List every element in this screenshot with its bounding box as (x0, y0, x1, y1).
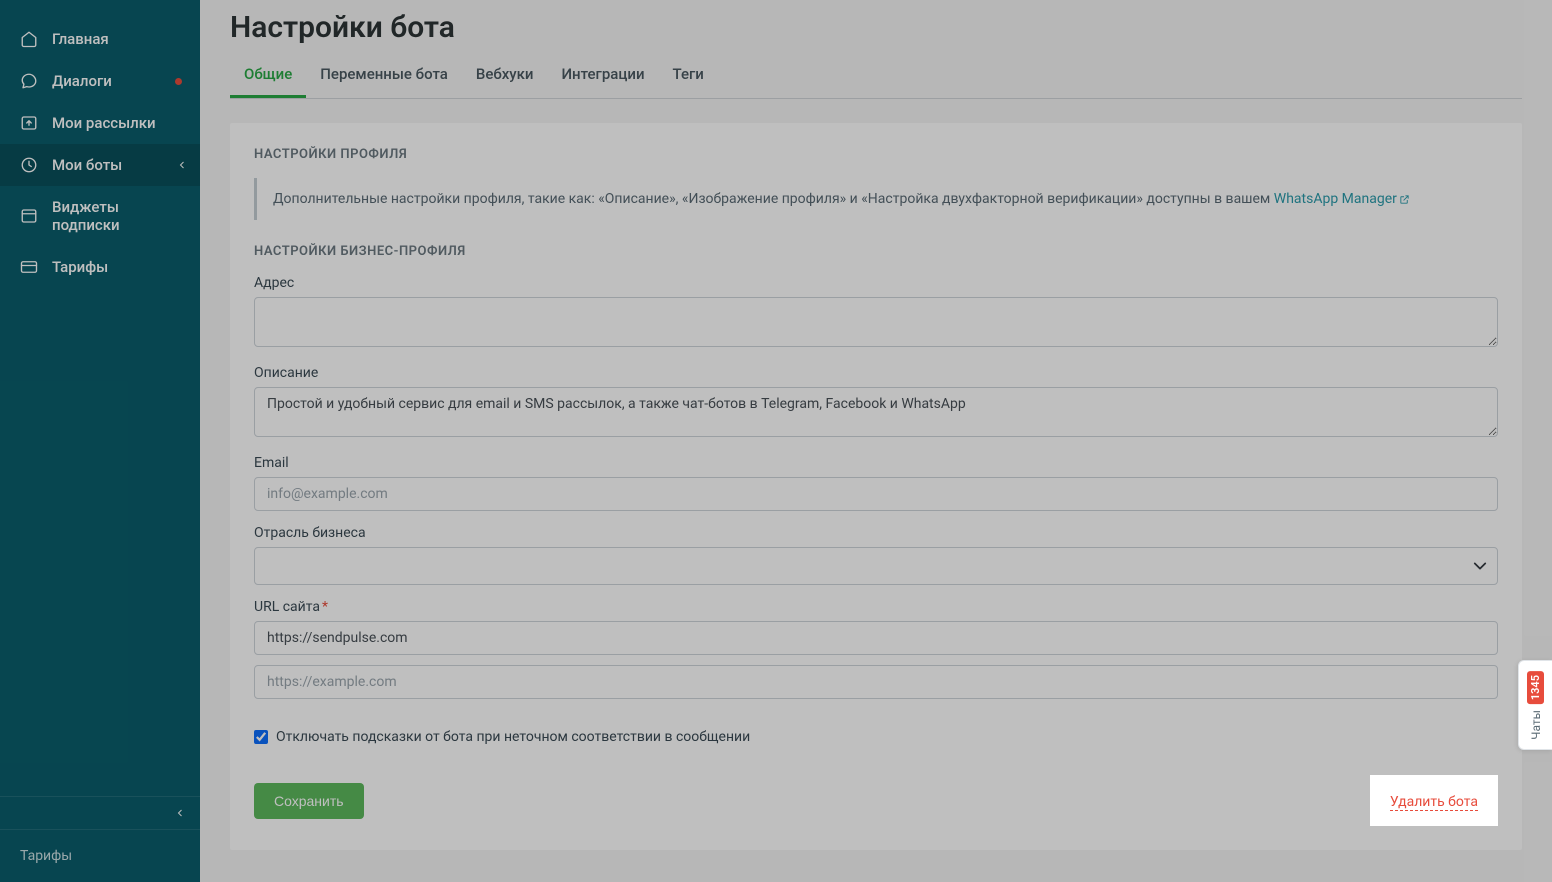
delete-link-container: Удалить бота (1370, 775, 1498, 826)
disable-hints-label: Отключать подсказки от бота при неточном… (276, 729, 750, 745)
tab-variables[interactable]: Переменные бота (306, 53, 462, 98)
sidebar-item-label: Мои рассылки (52, 114, 156, 132)
address-label: Адрес (254, 275, 1498, 291)
business-settings-header: НАСТРОЙКИ БИЗНЕС-ПРОФИЛЯ (254, 244, 1498, 259)
chevron-left-icon (174, 807, 186, 819)
sidebar-item-pricing[interactable]: Тарифы (0, 246, 200, 288)
sidebar-item-label: Главная (52, 30, 109, 48)
sidebar-footer-link[interactable]: Тарифы (0, 830, 200, 882)
industry-select[interactable] (254, 547, 1498, 585)
profile-info-box: Дополнительные настройки профиля, такие … (254, 178, 1498, 220)
tab-general[interactable]: Общие (230, 53, 306, 98)
url-input-2[interactable] (254, 665, 1498, 699)
sidebar-item-dialogs[interactable]: Диалоги (0, 60, 200, 102)
chat-count-badge: 1345 (1527, 671, 1544, 704)
tab-webhooks[interactable]: Вебхуки (462, 53, 548, 98)
disable-hints-row: Отключать подсказки от бота при неточном… (254, 729, 1498, 745)
sidebar: Главная Диалоги Мои рассылки Мои боты Ви… (0, 0, 200, 882)
sidebar-item-label: Виджеты подписки (52, 198, 180, 234)
profile-settings-header: НАСТРОЙКИ ПРОФИЛЯ (254, 147, 1498, 162)
sidebar-item-label: Мои боты (52, 156, 122, 174)
home-icon (20, 30, 38, 48)
tab-tags[interactable]: Теги (659, 53, 718, 98)
card-icon (20, 258, 38, 276)
sidebar-collapse-button[interactable] (0, 796, 200, 830)
chat-icon (20, 72, 38, 90)
sidebar-item-label: Тарифы (52, 258, 108, 276)
sidebar-item-bots[interactable]: Мои боты (0, 144, 200, 186)
sidebar-item-widgets[interactable]: Виджеты подписки (0, 186, 200, 246)
disable-hints-checkbox[interactable] (254, 730, 268, 744)
url-input-1[interactable] (254, 621, 1498, 655)
url-label: URL сайта* (254, 599, 1498, 615)
notification-dot-icon (175, 78, 182, 85)
whatsapp-manager-link[interactable]: WhatsApp Manager (1274, 191, 1410, 207)
chevron-left-icon (176, 159, 188, 171)
actions-row: Сохранить Удалить бота (254, 775, 1498, 826)
description-label: Описание (254, 365, 1498, 381)
tabs-bar: Общие Переменные бота Вебхуки Интеграции… (230, 53, 1522, 99)
save-button[interactable]: Сохранить (254, 783, 364, 819)
chat-widget-label: Чаты (1529, 710, 1543, 740)
email-label: Email (254, 455, 1498, 471)
tab-integrations[interactable]: Интеграции (547, 53, 658, 98)
page-title: Настройки бота (230, 10, 1522, 45)
widget-icon (20, 207, 38, 225)
sidebar-bottom: Тарифы (0, 796, 200, 882)
sidebar-item-campaigns[interactable]: Мои рассылки (0, 102, 200, 144)
sidebar-item-label: Диалоги (52, 72, 112, 90)
sidebar-item-home[interactable]: Главная (0, 18, 200, 60)
chat-widget[interactable]: 1345 Чаты (1518, 660, 1552, 750)
bot-icon (20, 156, 38, 174)
description-input[interactable] (254, 387, 1498, 437)
upload-icon (20, 114, 38, 132)
delete-bot-link[interactable]: Удалить бота (1390, 794, 1478, 811)
email-input[interactable] (254, 477, 1498, 511)
address-input[interactable] (254, 297, 1498, 347)
external-link-icon (1399, 194, 1410, 205)
industry-label: Отрасль бизнеса (254, 525, 1498, 541)
info-text: Дополнительные настройки профиля, такие … (273, 191, 1274, 207)
main-content: Настройки бота Общие Переменные бота Веб… (200, 0, 1552, 882)
settings-form: НАСТРОЙКИ ПРОФИЛЯ Дополнительные настрой… (230, 123, 1522, 850)
